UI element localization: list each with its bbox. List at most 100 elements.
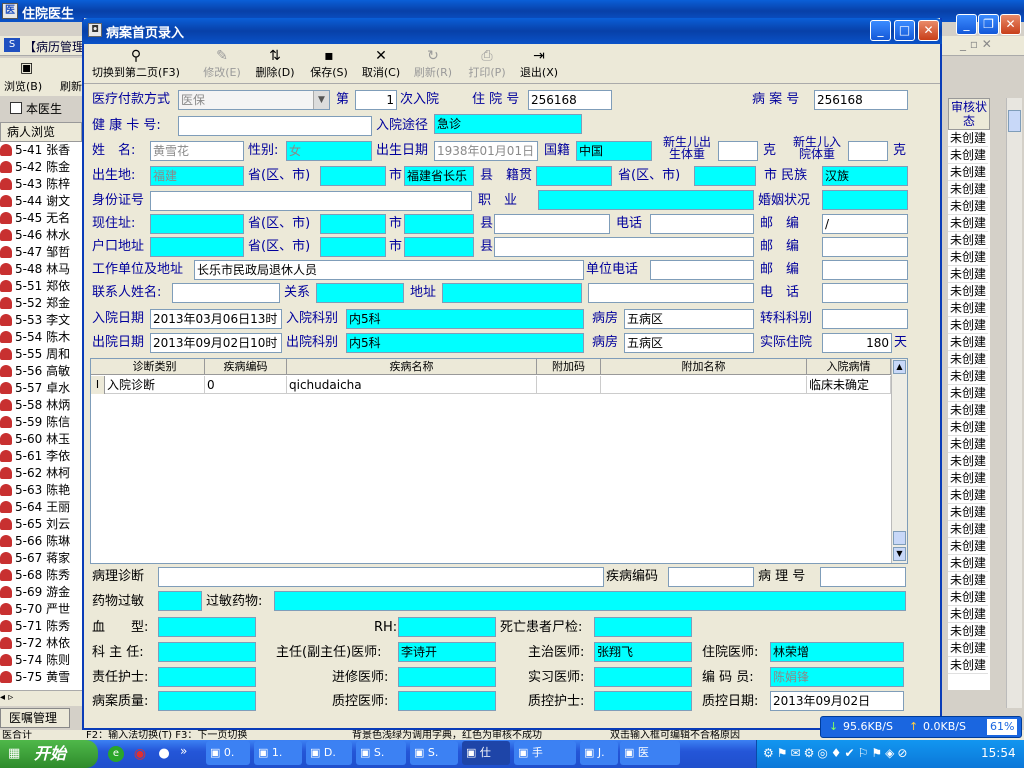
diagnosis-cell[interactable]: 临床未确定 [807, 376, 891, 394]
ward-field-2[interactable]: 五病区 [624, 333, 754, 353]
patient-row[interactable]: 5-53 李文 [0, 312, 80, 329]
patient-row[interactable]: 5-71 陈秀 [0, 618, 80, 635]
tray-icons[interactable]: ⚙⚑✉⚙◎♦✔⚐⚑◈⊘ [763, 746, 910, 760]
ward-field-1[interactable]: 五病区 [624, 309, 754, 329]
diagnosis-cell[interactable] [601, 376, 807, 394]
zip-field-2[interactable] [822, 237, 908, 257]
patient-row[interactable]: 5-41 张香 [0, 142, 80, 159]
marital-field[interactable] [822, 190, 908, 210]
taskbar-item[interactable]: ▣ S. [356, 741, 406, 765]
patient-row[interactable]: 5-72 林依 [0, 635, 80, 652]
allergy-field[interactable] [158, 591, 202, 611]
qc-nurse-field[interactable] [594, 691, 692, 711]
patient-row[interactable]: 5-64 王丽 [0, 499, 80, 516]
contact-name-field[interactable] [172, 283, 280, 303]
address-prov-field[interactable] [320, 214, 386, 234]
nurse-field[interactable] [158, 667, 256, 687]
pathology-field[interactable] [158, 567, 604, 587]
diagnosis-grid-vscroll[interactable]: ▲ ▼ [891, 359, 907, 563]
patient-row[interactable]: 5-56 高敏 [0, 363, 80, 380]
phone-field[interactable] [650, 214, 754, 234]
discharge-date-field[interactable]: 2013年09月02日10时 [150, 333, 282, 353]
zip-field-3[interactable] [822, 260, 908, 280]
toolbar-button-save[interactable]: ▪ 保存(S) [306, 48, 352, 80]
admit-date-field[interactable]: 2013年03月06日13时 [150, 309, 282, 329]
patient-row[interactable]: 5-58 林炳 [0, 397, 80, 414]
admission-times-field[interactable]: 1 [355, 90, 397, 110]
disease-code-field[interactable] [668, 567, 754, 587]
patient-row[interactable]: 5-60 林玉 [0, 431, 80, 448]
id-field[interactable] [150, 191, 472, 211]
pathology-no-field[interactable] [820, 567, 906, 587]
bg-maximize-button[interactable]: ❐ [978, 14, 999, 35]
taskbar-item[interactable]: ▣ J. [580, 741, 618, 765]
patient-row[interactable]: 5-68 陈秀 [0, 567, 80, 584]
patient-row[interactable]: 5-45 无名 [0, 210, 80, 227]
hukou-prov-field[interactable] [320, 237, 386, 257]
hukou-city-field[interactable] [404, 237, 474, 257]
chief-doctor-field[interactable]: 李诗开 [398, 642, 496, 662]
payment-select[interactable]: 医保 ▼ [178, 90, 330, 110]
admit-dept-field[interactable]: 内5科 [346, 309, 584, 329]
newborn-birth-weight-field[interactable] [718, 141, 758, 161]
grid-header-cell[interactable]: 入院病情 [807, 359, 891, 375]
patient-row[interactable]: 5-59 陈信 [0, 414, 80, 431]
ethnic-field[interactable]: 汉族 [822, 166, 908, 186]
grid-header-cell[interactable]: 诊断类别 [105, 359, 205, 375]
case-quality-field[interactable] [158, 691, 256, 711]
fellow-field[interactable] [398, 667, 496, 687]
right-vscroll[interactable] [1006, 98, 1022, 708]
patient-row[interactable]: 5-55 周和 [0, 346, 80, 363]
toolbar-button-edit[interactable]: ✎ 修改(E) [200, 48, 244, 80]
health-card-field[interactable] [178, 116, 372, 136]
toolbar-button-cancel[interactable]: ✕ 取消(C) [358, 48, 404, 80]
scroll-up-icon[interactable]: ▲ [893, 360, 906, 374]
diagnosis-cell[interactable] [537, 376, 601, 394]
quicklaunch-media-icon[interactable]: ◉ [132, 746, 148, 762]
diagnosis-row[interactable]: I 入院诊断 0 qichudaicha 临床未确定 [91, 376, 891, 394]
autopsy-field[interactable] [594, 617, 692, 637]
allergy-drug-field[interactable] [274, 591, 906, 611]
toolbar-button-exit[interactable]: ⇥ 退出(X) [516, 48, 562, 80]
mdi-controls[interactable]: _ ▫ ✕ [960, 37, 992, 51]
address-field[interactable] [150, 214, 244, 234]
own-doctor-checkbox[interactable] [10, 102, 22, 114]
diagnosis-cell[interactable]: qichudaicha [287, 376, 537, 394]
case-no-field[interactable]: 256168 [814, 90, 908, 110]
quicklaunch-more-icon[interactable]: » [180, 744, 187, 758]
workplace-field[interactable]: 长乐市民政局退休人员 [194, 260, 584, 280]
birthplace-city-field[interactable]: 福建省长乐 [404, 166, 474, 186]
patient-row[interactable]: 5-63 陈艳 [0, 482, 80, 499]
grid-header-cell[interactable]: 疾病名称 [287, 359, 537, 375]
grid-header-cell[interactable]: 附加名称 [601, 359, 807, 375]
intern-field[interactable] [594, 667, 692, 687]
birthplace-field[interactable]: 福建 [150, 166, 244, 186]
attending-field[interactable]: 张翔飞 [594, 642, 692, 662]
stay-days-field[interactable]: 180 [822, 333, 892, 353]
rh-field[interactable] [398, 617, 496, 637]
chevron-down-icon[interactable]: ▼ [313, 91, 329, 109]
patient-row[interactable]: 5-54 陈木 [0, 329, 80, 346]
blood-type-field[interactable] [158, 617, 256, 637]
bg-minimize-button[interactable]: _ [956, 14, 977, 35]
hospital-no-field[interactable]: 256168 [528, 90, 612, 110]
patient-list-hscroll[interactable]: ◂ ▹ [0, 690, 82, 706]
taskbar-item[interactable]: ▣ 手 [514, 741, 576, 765]
birthplace-prov-field[interactable] [320, 166, 386, 186]
patient-row[interactable]: 5-43 陈梓 [0, 176, 80, 193]
transfer-dept-field[interactable] [822, 309, 908, 329]
patient-row[interactable]: 5-74 陈则 [0, 652, 80, 669]
patient-row[interactable]: 5-67 蒋家 [0, 550, 80, 567]
native-field[interactable] [536, 166, 612, 186]
relation-field[interactable] [316, 283, 404, 303]
qc-date-field[interactable]: 2013年09月02日 [770, 691, 904, 711]
diagnosis-cell[interactable]: 入院诊断 [105, 376, 205, 394]
order-management-tab[interactable]: 医嘱管理 [0, 708, 70, 728]
scroll-thumb[interactable] [893, 531, 906, 545]
toolbar-button-print[interactable]: ⎙ 打印(P) [464, 48, 510, 80]
quicklaunch-ie-icon[interactable]: e [108, 746, 124, 762]
coder-field[interactable]: 陈娟锋 [770, 667, 904, 687]
zip-field-1[interactable]: / [822, 214, 908, 234]
patient-row[interactable]: 5-47 邹哲 [0, 244, 80, 261]
native-prov-field[interactable] [694, 166, 756, 186]
